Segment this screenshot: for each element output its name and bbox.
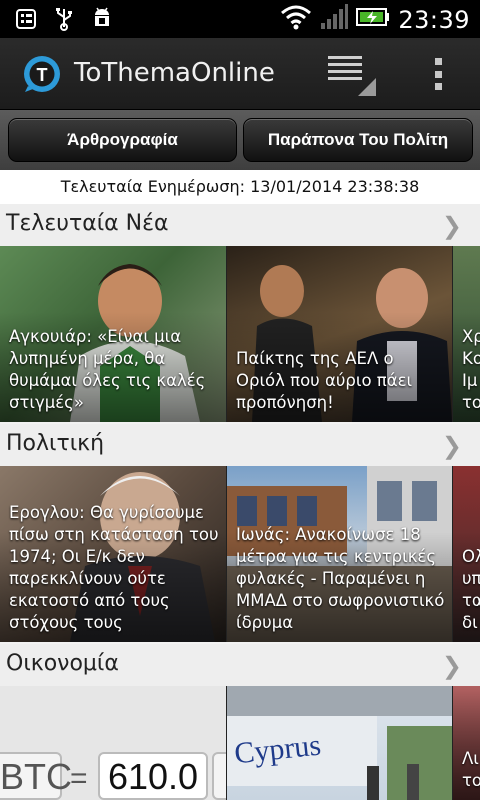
notes-icon	[14, 7, 38, 31]
clock: 23:39	[398, 5, 470, 34]
tile-row-economy: BTC = 610.0 Cyprus Λι το	[0, 686, 480, 800]
section-title: Πολιτική	[6, 431, 105, 456]
tile-caption: Παίκτης της ΑΕΛ ο Οριόλ που αύριο πάει π…	[236, 349, 413, 412]
news-tile[interactable]: Ερογλου: Θα γυρίσουμε πίσω στη κατάσταση…	[0, 466, 226, 642]
tile-row-politics: Ερογλου: Θα γυρίσουμε πίσω στη κατάσταση…	[0, 466, 480, 642]
last-update-text: Τελευταία Ενημέρωση: 13/01/2014 23:38:38	[0, 170, 480, 204]
tile-caption: Ερογλου: Θα γυρίσουμε πίσω στη κατάσταση…	[9, 503, 219, 632]
section-header-latest-news[interactable]: Τελευταία Νέα ❯	[0, 204, 480, 246]
app-logo-icon[interactable]: T	[22, 54, 62, 94]
overflow-menu-icon[interactable]	[424, 54, 452, 94]
section-title: Τελευταία Νέα	[6, 211, 169, 236]
btc-label: BTC	[0, 752, 72, 800]
news-tile[interactable]: Ολ υπ τα δι	[453, 466, 480, 642]
tile-caption: Ολ υπ τα δι	[462, 547, 480, 632]
news-tile[interactable]: Cyprus	[227, 686, 452, 800]
android-debug-icon	[90, 7, 114, 31]
tile-caption: Λι το	[462, 749, 480, 790]
tile-caption: Χρ Κο Ιμ το	[462, 327, 480, 412]
section-header-economy[interactable]: Οικονομία ❯	[0, 644, 480, 686]
section-header-politics[interactable]: Πολιτική ❯	[0, 424, 480, 466]
news-tile[interactable]: Αγκουιάρ: «Είναι μια λυπημένη μέρα, θα θ…	[0, 246, 226, 422]
sections-menu-button[interactable]	[322, 50, 378, 98]
citizen-complaints-tab-button[interactable]: Παράπονα Του Πολίτη	[243, 118, 473, 162]
status-bar: 23:39	[0, 0, 480, 38]
news-tile[interactable]: BTC = 610.0	[0, 686, 226, 800]
btc-equals: =	[70, 762, 88, 795]
signal-icon	[320, 4, 349, 35]
wifi-icon	[280, 4, 312, 35]
tab-strip: Άρθρογραφία Παράπονα Του Πολίτη	[0, 110, 480, 170]
chevron-right-icon[interactable]: ❯	[442, 212, 462, 241]
app-title: ToThemaOnline	[74, 58, 275, 88]
news-tile[interactable]: Ιωνάς: Ανακοίνωσε 18 μέτρα για τις κεντρ…	[227, 466, 452, 642]
usb-icon	[52, 7, 76, 31]
btc-value: 610.0	[98, 752, 208, 800]
chevron-right-icon[interactable]: ❯	[442, 432, 462, 461]
news-tile[interactable]: Λι το	[453, 686, 480, 800]
action-bar: T ToThemaOnline	[0, 38, 480, 110]
chevron-right-icon[interactable]: ❯	[442, 652, 462, 681]
articles-tab-button[interactable]: Άρθρογραφία	[8, 118, 237, 162]
battery-charging-icon	[356, 6, 390, 33]
svg-text:T: T	[37, 65, 48, 85]
news-tile[interactable]: Παίκτης της ΑΕΛ ο Οριόλ που αύριο πάει π…	[227, 246, 452, 422]
news-tile[interactable]: Χρ Κο Ιμ το	[453, 246, 480, 422]
tile-caption: Ιωνάς: Ανακοίνωσε 18 μέτρα για τις κεντρ…	[236, 525, 445, 632]
tile-caption: Αγκουιάρ: «Είναι μια λυπημένη μέρα, θα θ…	[9, 327, 206, 412]
tile-row-latest-news: Αγκουιάρ: «Είναι μια λυπημένη μέρα, θα θ…	[0, 246, 480, 422]
section-title: Οικονομία	[6, 651, 119, 676]
